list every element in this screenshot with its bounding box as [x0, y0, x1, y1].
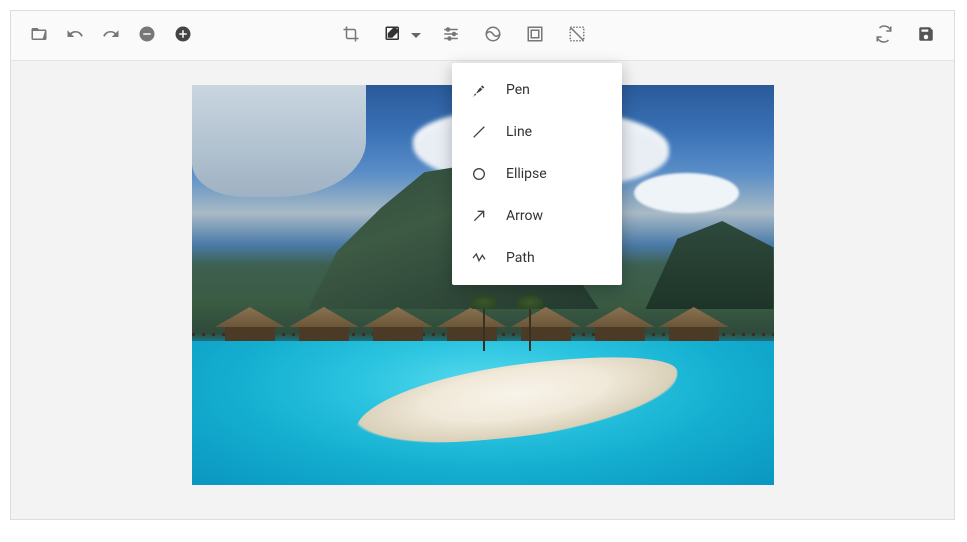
- dropdown-item-label: Path: [506, 250, 535, 266]
- zoom-in-button[interactable]: [169, 22, 197, 50]
- dropdown-item-label: Line: [506, 124, 532, 140]
- path-icon: [470, 249, 488, 267]
- redo-icon: [102, 25, 120, 47]
- reset-button[interactable]: [870, 22, 898, 50]
- minus-circle-icon: [138, 25, 156, 47]
- zoom-out-button[interactable]: [133, 22, 161, 50]
- arrow-icon: [470, 207, 488, 225]
- refresh-icon: [875, 25, 893, 47]
- image-editor: Pen Line Ellipse Arrow Path: [10, 10, 955, 520]
- frame-button[interactable]: [521, 22, 549, 50]
- dropdown-item-ellipse[interactable]: Ellipse: [452, 153, 622, 195]
- draw-dropdown-menu: Pen Line Ellipse Arrow Path: [452, 63, 622, 285]
- save-icon: [917, 25, 935, 47]
- draw-dropdown-toggle[interactable]: [409, 22, 423, 50]
- dropdown-item-label: Pen: [506, 82, 530, 98]
- effects-button[interactable]: [479, 22, 507, 50]
- dropdown-item-line[interactable]: Line: [452, 111, 622, 153]
- dropdown-item-path[interactable]: Path: [452, 237, 622, 279]
- toolbar: [11, 11, 954, 61]
- undo-icon: [66, 25, 84, 47]
- undo-button[interactable]: [61, 22, 89, 50]
- save-button[interactable]: [912, 22, 940, 50]
- pen-icon: [470, 81, 488, 99]
- folder-open-icon: [30, 25, 48, 47]
- plus-circle-icon: [174, 25, 192, 47]
- frame-icon: [526, 25, 544, 47]
- adjust-button[interactable]: [437, 22, 465, 50]
- crop-button[interactable]: [337, 22, 365, 50]
- effects-icon: [484, 25, 502, 47]
- resize-icon: [568, 25, 586, 47]
- crop-icon: [342, 25, 360, 47]
- dropdown-item-pen[interactable]: Pen: [452, 69, 622, 111]
- sliders-icon: [442, 25, 460, 47]
- draw-icon: [384, 25, 402, 47]
- dropdown-item-label: Ellipse: [506, 166, 547, 182]
- chevron-down-icon: [411, 26, 421, 45]
- dropdown-item-arrow[interactable]: Arrow: [452, 195, 622, 237]
- dropdown-item-label: Arrow: [506, 208, 543, 224]
- draw-button[interactable]: [379, 22, 407, 50]
- line-icon: [470, 123, 488, 141]
- resize-button[interactable]: [563, 22, 591, 50]
- ellipse-icon: [470, 165, 488, 183]
- redo-button[interactable]: [97, 22, 125, 50]
- open-button[interactable]: [25, 22, 53, 50]
